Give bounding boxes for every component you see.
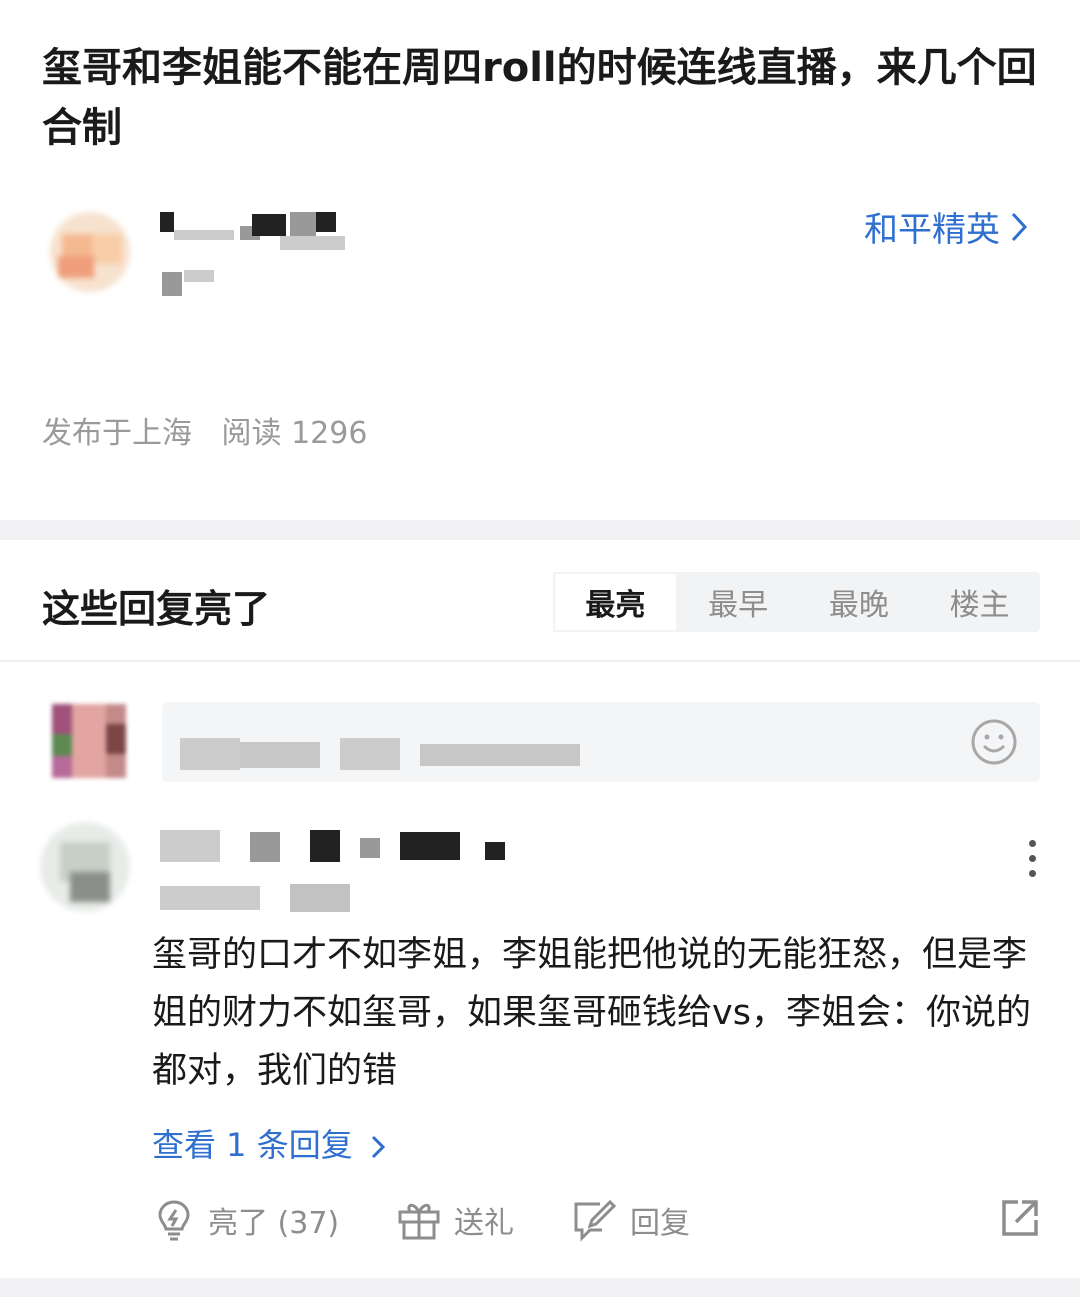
tab-latest[interactable]: 最晚 [799,572,920,632]
edit-reply-icon [574,1199,617,1242]
channel-label: 和平精英 [864,210,1000,250]
gift-button[interactable]: 送礼 [396,1190,514,1250]
reply-input-placeholder-redacted [180,738,600,770]
tab-op-only[interactable]: 楼主 [919,572,1040,632]
lightbulb-icon [158,1200,190,1241]
sort-tabs: 最亮 最早 最晚 楼主 [553,572,1040,632]
author-avatar[interactable] [50,212,130,292]
emoji-icon[interactable] [970,718,1018,766]
chevron-right-icon [1011,212,1028,241]
reply-button[interactable]: 回复 [570,1190,690,1250]
share-icon[interactable] [998,1196,1042,1240]
tab-brightest[interactable]: 最亮 [553,572,678,632]
commenter-avatar[interactable] [40,822,130,912]
comment-actions: 亮了 (37) 送礼 回复 [152,1190,1042,1250]
view-replies-label: 查看 1 条回复 [152,1126,353,1164]
author-name-redacted[interactable] [160,212,345,252]
gift-icon [398,1203,440,1240]
my-avatar [52,704,126,778]
channel-link[interactable]: 和平精英 [864,202,1028,251]
comment-body: 玺哥的口才不如李姐，李姐能把他说的无能狂怒，但是李姐的财力不如玺哥，如果玺哥砸钱… [152,935,1031,1091]
reply-input[interactable] [162,702,1040,782]
post-meta: 发布于上海 阅读 1296 [42,408,367,452]
view-replies-link[interactable]: 查看 1 条回复 [152,1120,386,1166]
bottom-divider [0,1278,1080,1297]
post-location: 发布于上海 [42,416,192,451]
commenter-name-redacted[interactable] [160,826,505,866]
like-button[interactable]: 亮了 (37) [152,1190,339,1250]
more-vertical-icon[interactable] [1022,840,1042,884]
like-count: 亮了 (37) [208,1206,340,1241]
reply-label: 回复 [630,1206,690,1241]
gift-label: 送礼 [454,1206,514,1241]
post-reads: 阅读 1296 [221,416,368,451]
replies-heading: 这些回复亮了 [42,587,271,631]
section-divider [0,520,1080,540]
chevron-right-icon [371,1135,386,1159]
post-title: 玺哥和李姐能不能在周四roll的时候连线直播，来几个回合制 [42,45,1037,151]
commenter-meta-redacted [160,880,360,916]
divider [0,660,1080,662]
author-meta-redacted [160,268,230,298]
tab-earliest[interactable]: 最早 [678,572,799,632]
